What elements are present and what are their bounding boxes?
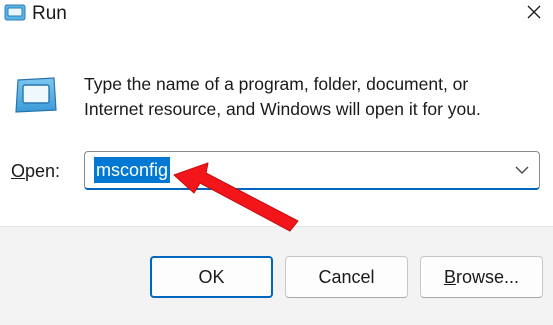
run-app-icon xyxy=(4,4,26,22)
description-line-1: Type the name of a program, folder, docu… xyxy=(84,74,469,94)
open-label-accelerator: O xyxy=(11,161,26,181)
open-label: Open: xyxy=(11,160,60,182)
description-text: Type the name of a program, folder, docu… xyxy=(84,72,544,122)
description-line-2: Internet resource, and Windows will open… xyxy=(84,99,481,119)
title-bar: Run xyxy=(0,0,553,34)
open-label-text: pen: xyxy=(25,161,61,181)
ok-button[interactable]: OK xyxy=(150,256,273,298)
browse-button[interactable]: Browse... xyxy=(420,256,543,298)
run-dialog-icon xyxy=(14,76,58,114)
open-input[interactable]: msconfig xyxy=(94,157,171,183)
open-combobox[interactable]: msconfig xyxy=(84,151,540,190)
chevron-down-icon[interactable] xyxy=(513,161,531,179)
browse-label-text: rowse... xyxy=(455,266,520,287)
cancel-button[interactable]: Cancel xyxy=(285,256,408,298)
close-icon xyxy=(526,4,542,25)
run-dialog: Run Type the name of a program, folder, … xyxy=(0,0,553,325)
window-title: Run xyxy=(32,3,67,24)
close-button[interactable] xyxy=(519,0,549,28)
browse-accelerator: B xyxy=(443,266,456,287)
